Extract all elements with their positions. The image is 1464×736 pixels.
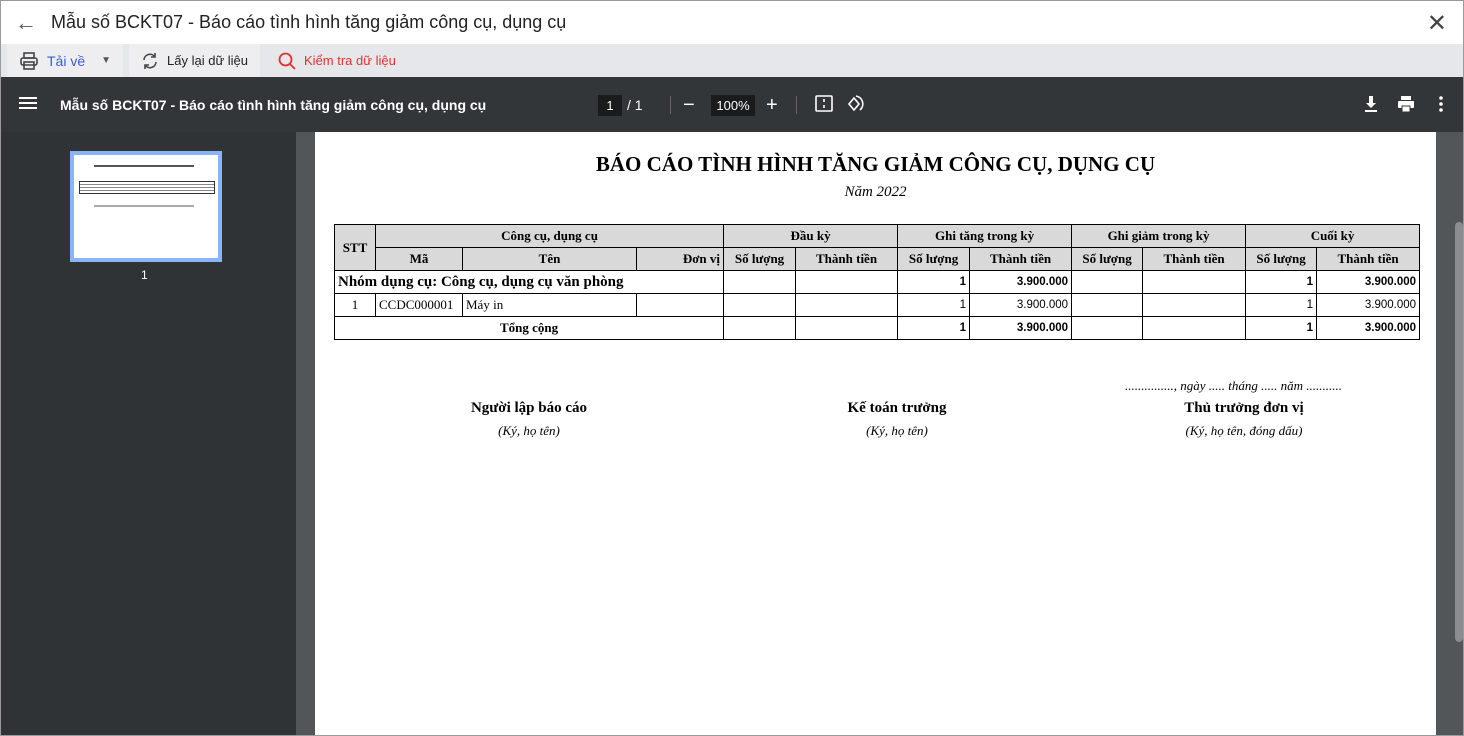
check-data-label: Kiểm tra dữ liệu	[304, 53, 396, 68]
report-year: Năm 2022	[844, 184, 907, 200]
report-page: BÁO CÁO TÌNH HÌNH TĂNG GIẢM CÔNG CỤ, DỤN…	[315, 132, 1436, 735]
close-icon[interactable]: ✕	[1427, 9, 1447, 38]
title-bar: ← Mẫu số BCKT07 - Báo cáo tình hình tăng…	[1, 1, 1463, 44]
page-number-input[interactable]: 1	[598, 95, 622, 116]
divider	[670, 96, 671, 114]
group-label: Nhóm dụng cụ: Công cụ, dụng cụ văn phòng	[333, 270, 725, 294]
download-icon[interactable]	[1363, 94, 1379, 114]
total-inc-qty: 1	[897, 316, 971, 340]
header-amount: Thành tiền	[795, 247, 899, 271]
header-qty: Số lượng	[723, 247, 797, 271]
cell-open-amount	[795, 293, 899, 317]
signature-head: Thủ trưởng đơn vị (Ký, họ tên, đóng dấu)	[1094, 400, 1394, 439]
cell-dec-qty	[1071, 293, 1144, 317]
thumbnail-sidebar: 1	[1, 132, 296, 735]
page-thumbnail[interactable]	[70, 151, 222, 262]
back-arrow-icon[interactable]: ←	[1, 10, 51, 36]
header-qty: Số lượng	[897, 247, 971, 271]
header-amount: Thành tiền	[1316, 247, 1421, 271]
date-line: ..............., ngày ..... tháng ..... …	[1125, 378, 1343, 393]
zoom-out-icon[interactable]: −	[683, 95, 695, 116]
signature-note: (Ký, họ tên)	[866, 423, 928, 438]
header-amount: Thành tiền	[969, 247, 1073, 271]
printer-icon	[20, 51, 38, 70]
more-options-icon[interactable]	[1437, 94, 1445, 114]
group-inc-qty: 1	[897, 270, 971, 294]
cell-inc-qty: 1	[897, 293, 971, 317]
cell-dec-amount	[1142, 293, 1247, 317]
fit-page-icon[interactable]	[815, 94, 833, 114]
cell-unit	[635, 293, 725, 317]
header-opening: Đầu kỳ	[723, 224, 899, 248]
total-close-qty: 1	[1245, 316, 1318, 340]
search-icon	[278, 52, 296, 70]
cell-code: CCDC000001	[375, 293, 463, 317]
signature-title: Thủ trưởng đơn vị	[1184, 400, 1304, 416]
thumbnail-page-label: 1	[141, 268, 148, 282]
table-row: 1 CCDC000001 Máy in 1 3.900.000 1 3.900.…	[334, 293, 1421, 317]
check-data-button[interactable]: Kiểm tra dữ liệu	[266, 44, 408, 77]
pdf-toolbar: Mẫu số BCKT07 - Báo cáo tình hình tăng g…	[1, 77, 1463, 132]
menu-icon[interactable]	[19, 95, 37, 111]
header-decrease: Ghi giảm trong kỳ	[1071, 224, 1247, 248]
download-button[interactable]: Tải về ▼	[7, 44, 124, 77]
group-close-amount: 3.900.000	[1316, 270, 1421, 294]
signature-note: (Ký, họ tên)	[498, 423, 560, 438]
header-stt: STT	[334, 224, 376, 271]
cell-name: Máy in	[462, 293, 637, 317]
divider	[796, 96, 797, 114]
group-close-qty: 1	[1245, 270, 1318, 294]
zoom-in-icon[interactable]: +	[766, 95, 778, 116]
rotate-icon[interactable]	[846, 94, 864, 114]
group-row: Nhóm dụng cụ: Công cụ, dụng cụ văn phòng…	[333, 270, 1421, 294]
total-row: Tổng cộng 1 3.900.000 1 3.900.000	[333, 316, 1421, 340]
pdf-document-title: Mẫu số BCKT07 - Báo cáo tình hình tăng g…	[60, 97, 487, 113]
group-inc-amount: 3.900.000	[969, 270, 1073, 294]
reload-data-button[interactable]: Lấy lại dữ liệu	[129, 44, 261, 77]
report-table: STT Công cụ, dụng cụ Đầu kỳ Ghi tăng tro…	[333, 224, 1421, 340]
action-toolbar: Tải về ▼ Lấy lại dữ liệu Kiểm tra dữ liệ…	[1, 44, 1463, 77]
signature-preparer: Người lập báo cáo (Ký, họ tên)	[379, 400, 679, 439]
cell-open-qty	[723, 293, 797, 317]
download-label: Tải về	[47, 52, 86, 69]
cell-close-qty: 1	[1245, 293, 1318, 317]
report-title: BÁO CÁO TÌNH HÌNH TĂNG GIẢM CÔNG CỤ, DỤN…	[595, 152, 1156, 176]
cell-close-amount: 3.900.000	[1316, 293, 1421, 317]
total-label: Tổng cộng	[333, 316, 725, 340]
header-qty: Số lượng	[1071, 247, 1144, 271]
header-amount: Thành tiền	[1142, 247, 1247, 271]
reload-data-label: Lấy lại dữ liệu	[167, 53, 249, 68]
print-icon[interactable]	[1397, 94, 1415, 114]
header-qty: Số lượng	[1245, 247, 1318, 271]
caret-down-icon[interactable]: ▼	[101, 55, 111, 66]
refresh-icon	[143, 52, 157, 69]
zoom-input[interactable]: 100%	[711, 95, 755, 116]
page-total: / 1	[627, 97, 643, 113]
header-increase: Ghi tăng trong kỳ	[897, 224, 1073, 248]
signature-chief-accountant: Kế toán trưởng (Ký, họ tên)	[747, 400, 1047, 439]
signature-title: Người lập báo cáo	[470, 400, 588, 416]
cell-inc-amount: 3.900.000	[969, 293, 1073, 317]
signature-note: (Ký, họ tên, đóng dấu)	[1185, 423, 1303, 438]
window-title: Mẫu số BCKT07 - Báo cáo tình hình tăng g…	[51, 12, 567, 32]
document-viewport: BÁO CÁO TÌNH HÌNH TĂNG GIẢM CÔNG CỤ, DỤN…	[296, 132, 1463, 735]
cell-stt: 1	[334, 293, 376, 317]
total-close-amount: 3.900.000	[1316, 316, 1421, 340]
header-tool: Công cụ, dụng cụ	[374, 224, 725, 248]
signature-title: Kế toán trưởng	[847, 400, 947, 416]
scrollbar[interactable]	[1455, 222, 1463, 642]
header-closing: Cuối kỳ	[1245, 224, 1421, 248]
header-name: Tên	[462, 247, 637, 271]
header-unit: Đơn vị	[635, 247, 725, 271]
header-code: Mã	[375, 247, 463, 271]
total-inc-amount: 3.900.000	[969, 316, 1073, 340]
